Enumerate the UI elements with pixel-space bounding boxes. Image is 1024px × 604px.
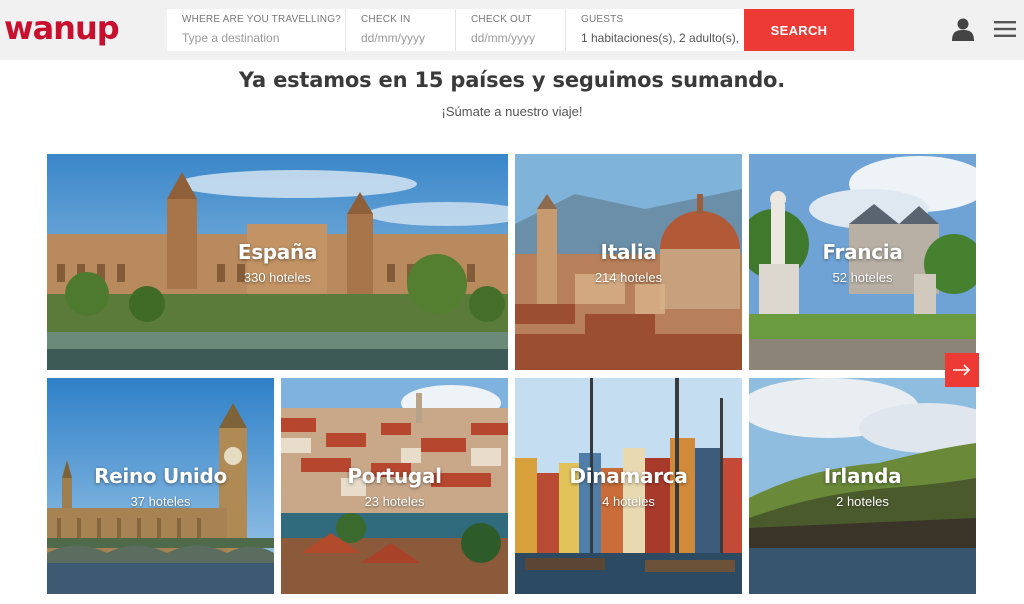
destination-hotel-count: 214 hoteles bbox=[594, 270, 663, 285]
destination-name: España bbox=[237, 240, 318, 264]
wanup-logo[interactable]: wanup bbox=[4, 8, 120, 48]
destination-card-italia[interactable]: Italia 214 hoteles bbox=[515, 154, 742, 370]
destination-name: Irlanda bbox=[823, 464, 902, 488]
destination-card-espana[interactable]: España 330 hoteles bbox=[47, 154, 508, 370]
destination-label: WHERE ARE YOU TRAVELLING? bbox=[182, 14, 341, 25]
checkin-label: CHECK IN bbox=[361, 14, 411, 25]
guests-field[interactable]: GUESTS bbox=[566, 9, 744, 51]
destination-hotel-count: 4 hoteles bbox=[602, 494, 655, 509]
destination-name: Francia bbox=[822, 240, 903, 264]
page-subheadline: ¡Súmate a nuestro viaje! bbox=[441, 104, 583, 119]
search-button[interactable]: SEARCH bbox=[744, 9, 854, 51]
destination-name: Dinamarca bbox=[569, 464, 688, 488]
search-bar: WHERE ARE YOU TRAVELLING? CHECK IN CHECK… bbox=[167, 9, 854, 51]
carousel-next-button[interactable] bbox=[945, 353, 979, 387]
destination-card-reino-unido[interactable]: Reino Unido 37 hoteles bbox=[47, 378, 274, 594]
destination-name: Italia bbox=[600, 240, 657, 264]
destination-hotel-count: 52 hoteles bbox=[832, 270, 893, 285]
user-icon[interactable] bbox=[951, 17, 975, 41]
checkout-input[interactable] bbox=[471, 31, 565, 45]
arrow-right-icon bbox=[953, 364, 971, 376]
checkin-field[interactable]: CHECK IN bbox=[346, 9, 456, 51]
guests-input[interactable] bbox=[581, 31, 744, 45]
destination-card-francia[interactable]: Francia 52 hoteles bbox=[749, 154, 976, 370]
destination-field[interactable]: WHERE ARE YOU TRAVELLING? bbox=[167, 9, 346, 51]
destination-card-irlanda[interactable]: Irlanda 2 hoteles bbox=[749, 378, 976, 594]
destination-hotel-count: 23 hoteles bbox=[364, 494, 425, 509]
checkin-input[interactable] bbox=[361, 31, 455, 45]
hamburger-menu-icon[interactable] bbox=[994, 20, 1016, 38]
top-header: wanup WHERE ARE YOU TRAVELLING? CHECK IN… bbox=[0, 0, 1024, 60]
destination-card-portugal[interactable]: Portugal 23 hoteles bbox=[281, 378, 508, 594]
destination-name: Reino Unido bbox=[94, 464, 227, 488]
checkout-label: CHECK OUT bbox=[471, 14, 532, 25]
checkout-field[interactable]: CHECK OUT bbox=[456, 9, 566, 51]
destination-hotel-count: 330 hoteles bbox=[243, 270, 312, 285]
destination-hotel-count: 2 hoteles bbox=[836, 494, 889, 509]
destination-input[interactable] bbox=[182, 31, 345, 45]
destination-hotel-count: 37 hoteles bbox=[130, 494, 191, 509]
destination-name: Portugal bbox=[347, 464, 442, 488]
page-headline: Ya estamos en 15 países y seguimos suman… bbox=[238, 68, 786, 92]
guests-label: GUESTS bbox=[581, 14, 624, 25]
destination-card-dinamarca[interactable]: Dinamarca 4 hoteles bbox=[515, 378, 742, 594]
